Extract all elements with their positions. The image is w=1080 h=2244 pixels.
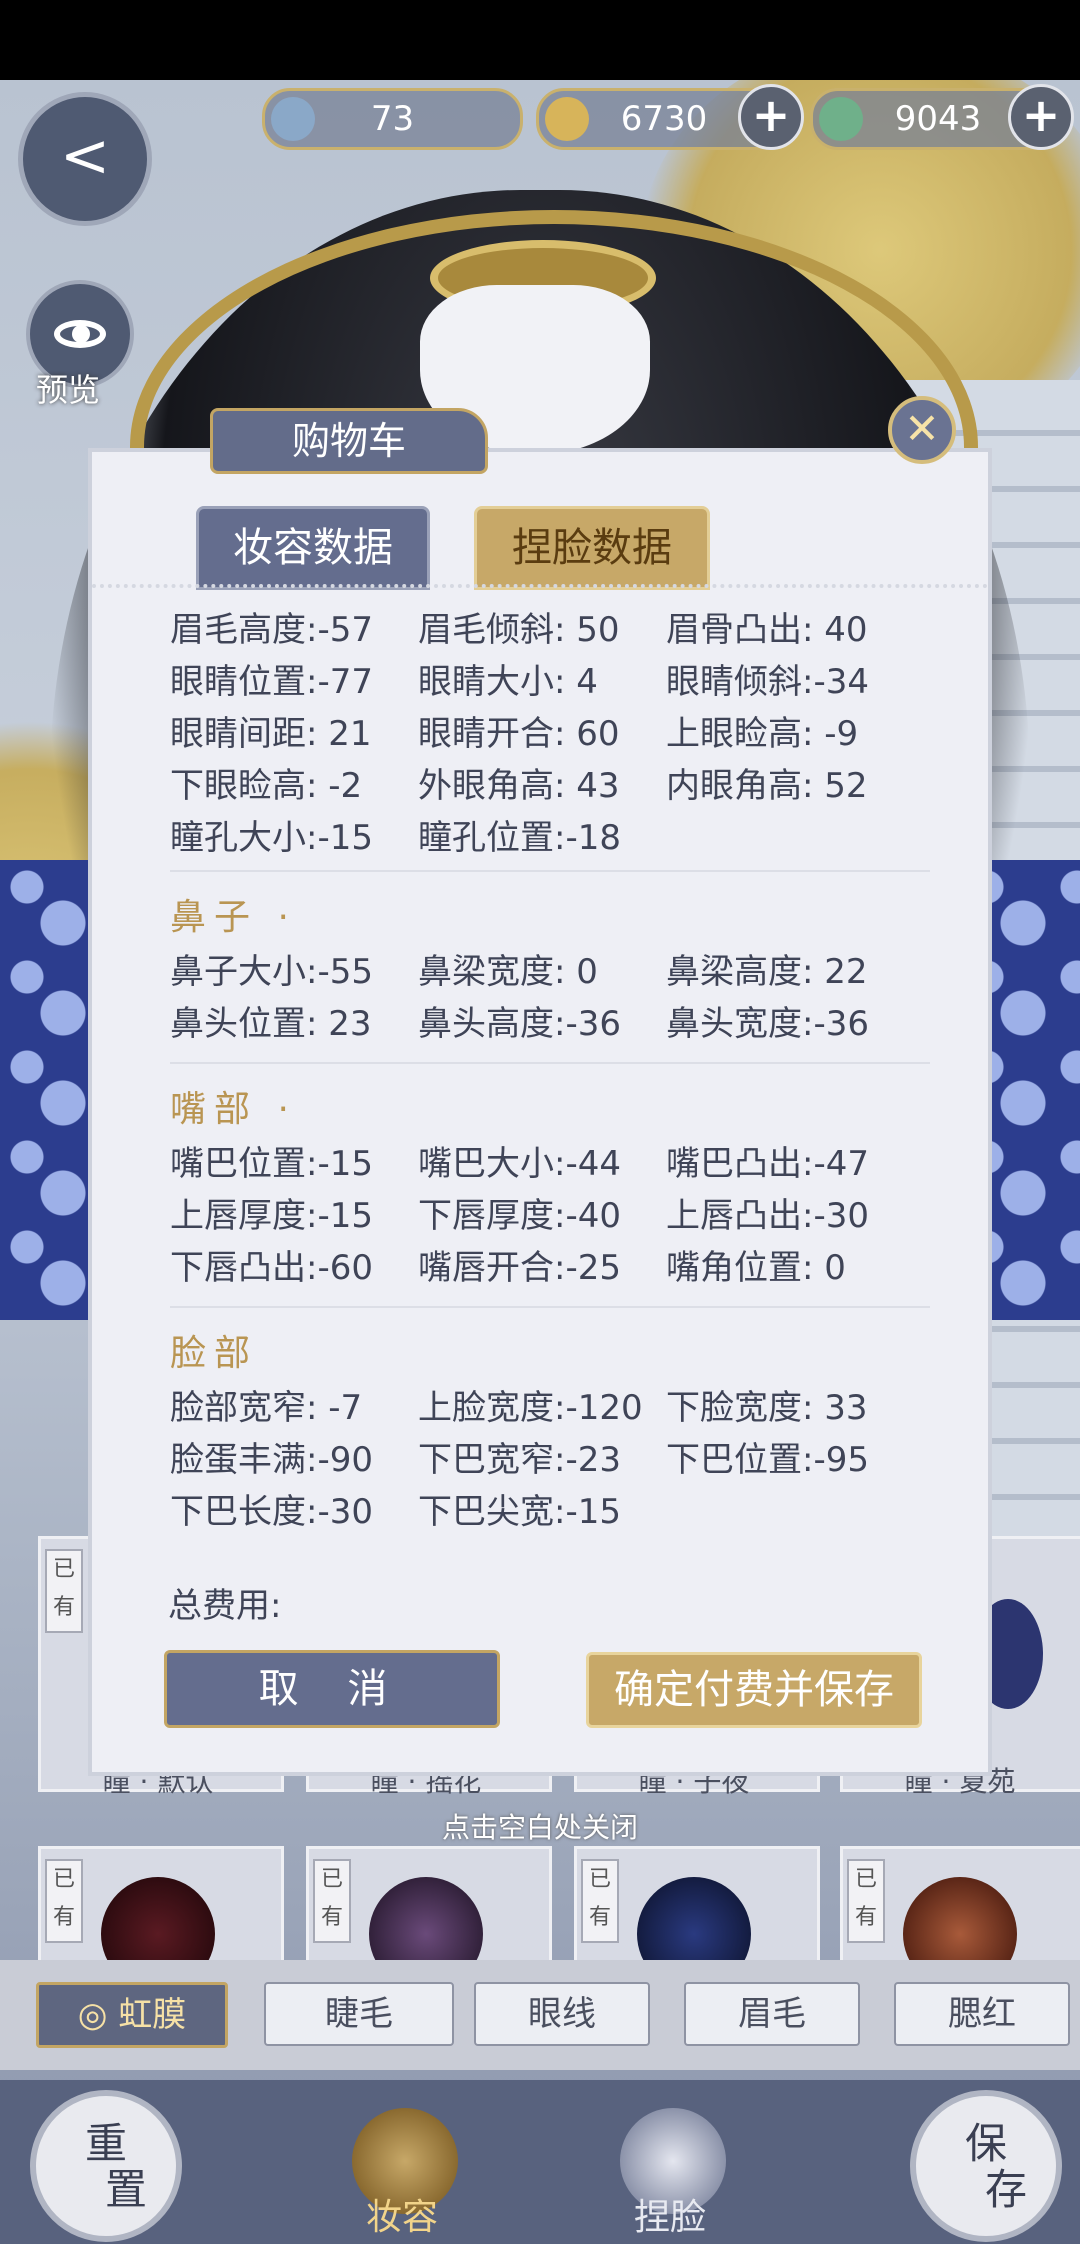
back-button[interactable]: < bbox=[18, 92, 152, 226]
data-cell: 鼻梁宽度: 0 bbox=[418, 952, 598, 992]
data-cell: 下脸宽度: 33 bbox=[666, 1388, 868, 1428]
status-bar bbox=[0, 0, 1080, 80]
section-divider bbox=[170, 870, 930, 872]
jade-counter: 73 bbox=[262, 88, 523, 150]
tab-makeup-data[interactable]: 妆容数据 bbox=[196, 506, 430, 590]
data-cell: 鼻头位置: 23 bbox=[170, 1004, 372, 1044]
item-card[interactable]: 已有 bbox=[840, 1846, 1080, 1991]
data-cell: 鼻头宽度:-36 bbox=[666, 1004, 869, 1044]
data-cell: 眼睛倾斜:-34 bbox=[666, 662, 869, 702]
data-cell: 下巴尖宽:-15 bbox=[418, 1492, 621, 1532]
category-iris[interactable]: ◎ 虹膜 bbox=[36, 1982, 228, 2048]
data-cell: 下眼睑高: -2 bbox=[170, 766, 363, 806]
data-cell: 眼睛位置:-77 bbox=[170, 662, 373, 702]
section-divider bbox=[170, 1306, 930, 1308]
save-label-1: 保 bbox=[964, 2119, 1007, 2168]
data-cell: 内眼角高: 52 bbox=[666, 766, 868, 806]
item-card[interactable]: 已有 bbox=[306, 1846, 552, 1991]
data-cell: 上唇凸出:-30 bbox=[666, 1196, 869, 1236]
data-cell: 上脸宽度:-120 bbox=[418, 1388, 643, 1428]
owned-tag: 已有 bbox=[847, 1859, 885, 1943]
data-cell: 眼睛间距: 21 bbox=[170, 714, 372, 754]
close-button[interactable]: ✕ bbox=[888, 396, 956, 464]
section-title-face: 脸部 bbox=[170, 1333, 259, 1374]
data-cell: 下唇厚度:-40 bbox=[418, 1196, 621, 1236]
data-cell: 下巴长度:-30 bbox=[170, 1492, 373, 1532]
reset-label-2: 置 bbox=[104, 2165, 147, 2214]
add-coins-button[interactable]: + bbox=[738, 84, 804, 150]
category-eyeliner[interactable]: 眼线 bbox=[474, 1982, 650, 2046]
total-cost-label: 总费用: bbox=[168, 1586, 282, 1626]
category-eyebrows[interactable]: 眉毛 bbox=[684, 1982, 860, 2046]
data-cell: 嘴巴位置:-15 bbox=[170, 1144, 373, 1184]
category-eyelashes[interactable]: 睫毛 bbox=[264, 1982, 454, 2046]
section-divider bbox=[170, 1062, 930, 1064]
data-cell: 眼睛大小: 4 bbox=[418, 662, 598, 702]
makeup-tab-label[interactable]: 妆容 bbox=[366, 2188, 438, 2240]
close-icon: ✕ bbox=[904, 404, 940, 453]
data-cell: 鼻梁高度: 22 bbox=[666, 952, 868, 992]
dialog-title: 购物车 bbox=[210, 408, 488, 474]
data-cell: 嘴角位置: 0 bbox=[666, 1248, 846, 1288]
data-cell: 眉毛倾斜: 50 bbox=[418, 610, 620, 650]
data-cell: 鼻子大小:-55 bbox=[170, 952, 373, 992]
data-cell: 眉毛高度:-57 bbox=[170, 610, 373, 650]
confirm-pay-save-button[interactable]: 确定付费并保存 bbox=[586, 1652, 922, 1728]
owned-tag: 已有 bbox=[45, 1859, 83, 1943]
eye-pupil bbox=[72, 325, 90, 343]
save-button[interactable]: 保 存 bbox=[910, 2090, 1062, 2242]
data-cell: 瞳孔位置:-18 bbox=[418, 818, 621, 858]
data-cell: 脸蛋丰满:-90 bbox=[170, 1440, 373, 1480]
back-icon: < bbox=[59, 121, 111, 191]
gem-icon bbox=[819, 97, 863, 141]
data-cell: 鼻头高度:-36 bbox=[418, 1004, 621, 1044]
preview-label: 预览 bbox=[36, 371, 101, 409]
reset-label-1: 重 bbox=[84, 2119, 127, 2168]
data-cell: 眼睛开合: 60 bbox=[418, 714, 620, 754]
owned-tag: 已有 bbox=[581, 1859, 619, 1943]
data-cell: 嘴巴大小:-44 bbox=[418, 1144, 621, 1184]
face-data-list[interactable]: 眉毛高度:-57 眉毛倾斜: 50 眉骨凸出: 40 眼睛位置:-77 眼睛大小… bbox=[92, 584, 988, 1598]
data-cell: 嘴巴凸出:-47 bbox=[666, 1144, 869, 1184]
data-cell: 瞳孔大小:-15 bbox=[170, 818, 373, 858]
item-card[interactable]: 已有 bbox=[38, 1846, 284, 1991]
jade-icon bbox=[271, 97, 315, 141]
data-cell: 下巴位置:-95 bbox=[666, 1440, 869, 1480]
gem-amount: 9043 bbox=[894, 99, 982, 139]
tab-face-data[interactable]: 捏脸数据 bbox=[474, 506, 710, 590]
data-cell: 上眼睑高: -9 bbox=[666, 714, 859, 754]
owned-tag: 已有 bbox=[313, 1859, 351, 1943]
coin-icon bbox=[545, 97, 589, 141]
data-cell: 上唇厚度:-15 bbox=[170, 1196, 373, 1236]
coin-amount: 6730 bbox=[620, 99, 708, 139]
data-cell: 下巴宽窄:-23 bbox=[418, 1440, 621, 1480]
data-cell: 脸部宽窄: -7 bbox=[170, 1388, 363, 1428]
reset-button[interactable]: 重 置 bbox=[30, 2090, 182, 2242]
data-cell: 眉骨凸出: 40 bbox=[666, 610, 868, 650]
face-tab-label[interactable]: 捏脸 bbox=[634, 2188, 706, 2240]
section-title-mouth: 嘴部 · bbox=[170, 1089, 297, 1130]
data-cell: 下唇凸出:-60 bbox=[170, 1248, 373, 1288]
data-cell: 外眼角高: 43 bbox=[418, 766, 620, 806]
data-cell: 嘴唇开合:-25 bbox=[418, 1248, 621, 1288]
section-title-nose: 鼻子 · bbox=[170, 897, 297, 938]
add-gems-button[interactable]: + bbox=[1008, 84, 1074, 150]
close-hint[interactable]: 点击空白处关闭 bbox=[0, 1806, 1080, 1846]
owned-tag: 已有 bbox=[45, 1549, 83, 1633]
category-blush[interactable]: 腮红 bbox=[894, 1982, 1070, 2046]
item-card[interactable]: 已有 bbox=[574, 1846, 820, 1991]
cancel-button[interactable]: 取 消 bbox=[164, 1650, 500, 1728]
jade-amount: 73 bbox=[370, 99, 415, 139]
save-label-2: 存 bbox=[984, 2165, 1027, 2214]
